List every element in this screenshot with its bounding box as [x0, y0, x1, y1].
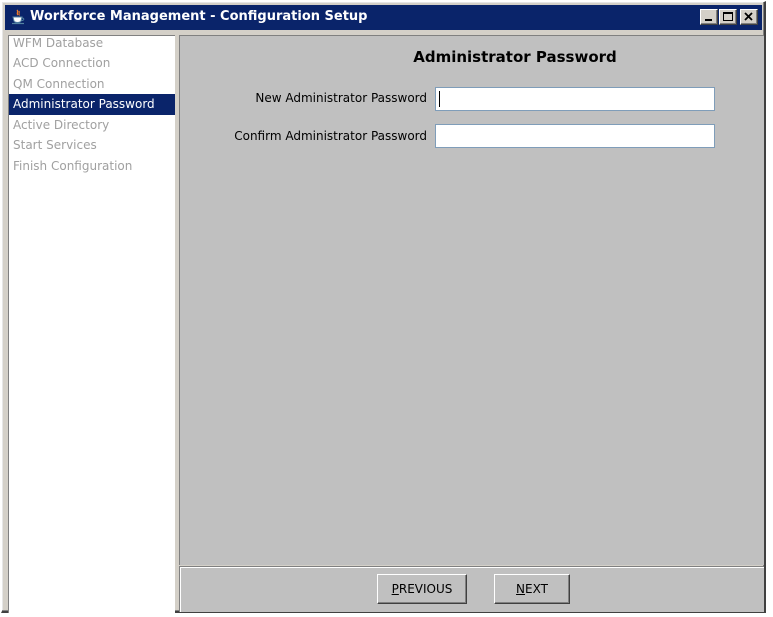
- maximize-icon: [723, 12, 733, 21]
- minimize-icon: [705, 19, 712, 21]
- new-password-field[interactable]: [435, 87, 715, 111]
- next-label: EXT: [525, 582, 548, 596]
- java-cup-icon: [10, 9, 26, 25]
- maximize-button[interactable]: [719, 9, 737, 25]
- close-icon: [744, 12, 753, 21]
- setup-steps-list: WFM Database ACD Connection QM Connectio…: [8, 35, 175, 613]
- new-password-label: New Administrator Password: [255, 91, 427, 105]
- sidebar-item-qm-connection[interactable]: QM Connection: [9, 74, 175, 95]
- next-mnemonic: N: [516, 582, 526, 596]
- sidebar-item-administrator-password[interactable]: Administrator Password: [9, 94, 175, 115]
- close-button[interactable]: [740, 9, 758, 25]
- text-caret: [439, 91, 440, 107]
- sidebar-item-wfm-database[interactable]: WFM Database: [9, 36, 175, 53]
- previous-label: REVIOUS: [398, 582, 453, 596]
- confirm-password-field[interactable]: [435, 124, 715, 148]
- next-button[interactable]: NEXT: [494, 574, 570, 604]
- window-title: Workforce Management - Configuration Set…: [30, 9, 368, 24]
- minimize-button[interactable]: [700, 9, 718, 25]
- sidebar-item-acd-connection[interactable]: ACD Connection: [9, 53, 175, 74]
- confirm-password-label: Confirm Administrator Password: [234, 129, 427, 143]
- button-bar: PREVIOUS NEXT: [179, 566, 764, 612]
- previous-button[interactable]: PREVIOUS: [377, 574, 467, 604]
- previous-mnemonic: P: [391, 582, 399, 596]
- main-panel: Administrator Password New Administrator…: [179, 35, 764, 565]
- page-title: Administrator Password: [413, 48, 617, 66]
- sidebar-item-start-services[interactable]: Start Services: [9, 135, 175, 156]
- title-bar[interactable]: Workforce Management - Configuration Set…: [5, 5, 762, 30]
- configuration-window: Workforce Management - Configuration Set…: [1, 1, 766, 613]
- sidebar-item-finish-configuration[interactable]: Finish Configuration: [9, 156, 175, 177]
- sidebar-item-active-directory[interactable]: Active Directory: [9, 115, 175, 136]
